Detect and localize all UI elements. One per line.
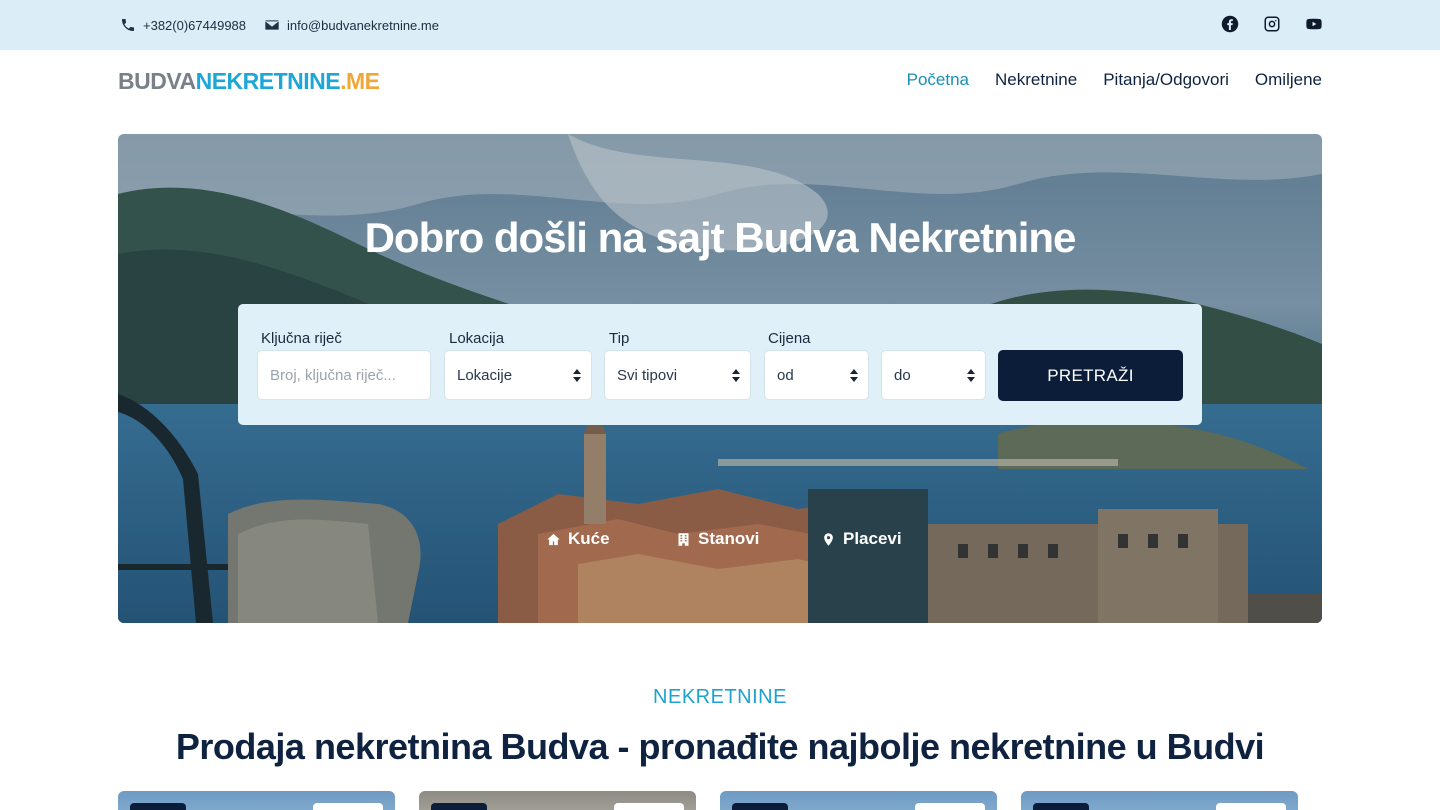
section-title: Prodaja nekretnina Budva - pronađite naj… bbox=[175, 726, 1265, 767]
nav-item-omiljene[interactable]: Omiljene bbox=[1255, 70, 1322, 90]
property-badge bbox=[1033, 803, 1089, 810]
search-button[interactable]: PRETRAŽI bbox=[998, 350, 1183, 401]
price-to-select[interactable]: do bbox=[881, 350, 986, 400]
select-arrows-icon bbox=[850, 369, 858, 383]
property-id-tag bbox=[614, 803, 684, 810]
type-selected-value: Svi tipovi bbox=[617, 366, 678, 384]
category-placevi[interactable]: Placevi bbox=[821, 529, 902, 549]
map-pin-icon bbox=[824, 532, 833, 546]
envelope-icon bbox=[265, 20, 279, 30]
keyword-label: Ključna riječ bbox=[261, 330, 342, 347]
building-icon bbox=[678, 532, 689, 546]
phone-icon bbox=[122, 19, 134, 31]
price-from-select[interactable]: od bbox=[764, 350, 869, 400]
location-label: Lokacija bbox=[449, 330, 505, 347]
top-bar: +382(0)67449988 info@budvanekretnine.me bbox=[0, 0, 1440, 50]
property-card[interactable] bbox=[720, 791, 997, 810]
price-to-value: do bbox=[894, 366, 911, 384]
price-from-value: od bbox=[777, 366, 794, 384]
hero-title: Dobro došli na sajt Budva Nekretnine bbox=[364, 214, 1077, 261]
keyword-field[interactable] bbox=[257, 350, 431, 400]
select-arrows-icon bbox=[967, 369, 975, 383]
search-form: Ključna riječ Lokacija Lokacije Tip Svi … bbox=[238, 304, 1202, 425]
property-card[interactable] bbox=[1021, 791, 1298, 810]
nav-item-pitanja-odgovori[interactable]: Pitanja/Odgovori bbox=[1103, 70, 1229, 90]
facebook-icon[interactable] bbox=[1220, 14, 1240, 34]
nav-item-pocetna[interactable]: Početna bbox=[907, 70, 969, 90]
property-badge bbox=[431, 803, 487, 810]
property-card[interactable] bbox=[118, 791, 395, 810]
phone-number: +382(0)67449988 bbox=[143, 17, 247, 33]
location-selected-value: Lokacije bbox=[457, 366, 513, 384]
select-arrows-icon bbox=[573, 369, 581, 383]
property-badge bbox=[732, 803, 788, 810]
property-card[interactable] bbox=[419, 791, 696, 810]
keyword-input[interactable] bbox=[270, 366, 418, 384]
property-id-tag bbox=[313, 803, 383, 810]
instagram-icon[interactable] bbox=[1262, 14, 1282, 34]
youtube-icon[interactable] bbox=[1304, 14, 1324, 34]
hero-banner: Dobro došli na sajt Budva Nekretnine Klj… bbox=[118, 134, 1322, 623]
email-contact[interactable]: info@budvanekretnine.me bbox=[264, 0, 439, 50]
site-logo[interactable]: BUDVANEKRETNINE.ME bbox=[118, 68, 380, 94]
category-kuce[interactable]: Kuće bbox=[546, 529, 610, 549]
house-icon bbox=[547, 533, 560, 545]
phone-contact[interactable]: +382(0)67449988 bbox=[120, 0, 246, 50]
nav-item-nekretnine[interactable]: Nekretnine bbox=[995, 70, 1077, 90]
property-id-tag bbox=[1216, 803, 1286, 810]
type-label: Tip bbox=[609, 330, 630, 347]
category-stanovi[interactable]: Stanovi bbox=[676, 529, 759, 549]
property-badge bbox=[130, 803, 186, 810]
select-arrows-icon bbox=[732, 369, 740, 383]
location-select[interactable]: Lokacije bbox=[444, 350, 592, 400]
section-eyebrow: NEKRETNINE bbox=[653, 686, 787, 708]
type-select[interactable]: Svi tipovi bbox=[604, 350, 751, 400]
property-id-tag bbox=[915, 803, 985, 810]
email-address: info@budvanekretnine.me bbox=[287, 17, 439, 33]
price-label: Cijena bbox=[768, 330, 811, 347]
main-nav: Početna Nekretnine Pitanja/Odgovori Omil… bbox=[907, 66, 1322, 94]
